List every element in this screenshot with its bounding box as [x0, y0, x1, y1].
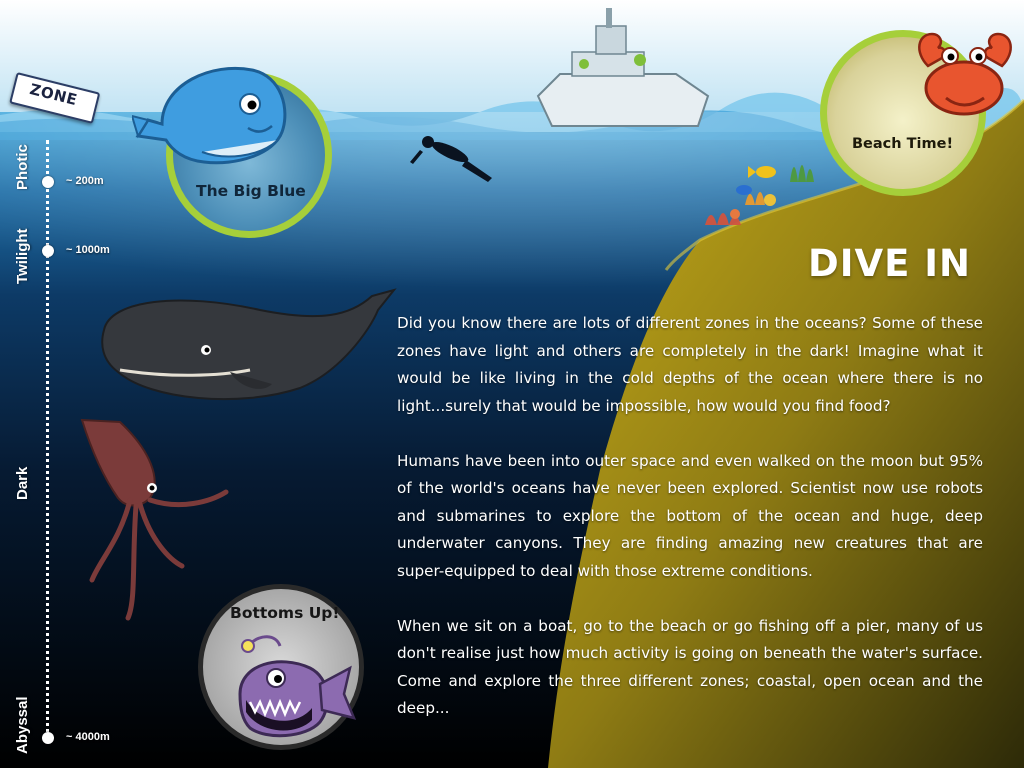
- intro-paragraph-1: Did you know there are lots of different…: [397, 314, 983, 415]
- depth-marker-twilight[interactable]: [42, 245, 54, 257]
- beach-time-label: Beach Time!: [852, 136, 954, 152]
- depth-label-1000m: ~ 1000m: [66, 244, 110, 256]
- intro-paragraph-2: Humans have been into outer space and ev…: [397, 451, 983, 580]
- big-blue-button[interactable]: The Big Blue: [132, 66, 332, 238]
- bottoms-up-label: Bottoms Up!: [230, 604, 340, 622]
- zone-label-dark[interactable]: Dark: [14, 467, 31, 500]
- zone-label-abyssal[interactable]: Abyssal: [14, 696, 31, 754]
- ship-icon: [536, 8, 710, 127]
- tropical-fish-icon: [736, 166, 776, 195]
- diver-icon: [410, 136, 492, 182]
- zone-label-photic[interactable]: Photic: [14, 144, 31, 190]
- sperm-whale-icon: [101, 288, 397, 401]
- big-blue-label: The Big Blue: [196, 182, 306, 200]
- intro-paragraph-3: When we sit on a boat, go to the beach o…: [397, 616, 983, 718]
- depth-label-4000m: ~ 4000m: [66, 731, 110, 743]
- depth-label-200m: ~ 200m: [66, 175, 104, 187]
- squid-icon: [80, 418, 229, 621]
- depth-ruler: [46, 140, 49, 740]
- bottoms-up-button[interactable]: Bottoms Up!: [198, 584, 364, 750]
- zone-label-twilight[interactable]: Twilight: [14, 228, 31, 284]
- depth-marker-abyssal[interactable]: [42, 732, 54, 744]
- page-title: DIVE IN: [808, 242, 972, 285]
- beach-time-button[interactable]: Beach Time!: [820, 30, 1012, 196]
- crab-icon: [918, 32, 1012, 116]
- whale-icon: [132, 66, 287, 165]
- anglerfish-icon: [238, 635, 357, 738]
- dive-in-screen: ZONE Photic Twilight Dark Abyssal ~ 200m…: [0, 0, 1024, 768]
- depth-marker-photic[interactable]: [42, 176, 54, 188]
- intro-text: Did you know there are lots of different…: [397, 310, 983, 750]
